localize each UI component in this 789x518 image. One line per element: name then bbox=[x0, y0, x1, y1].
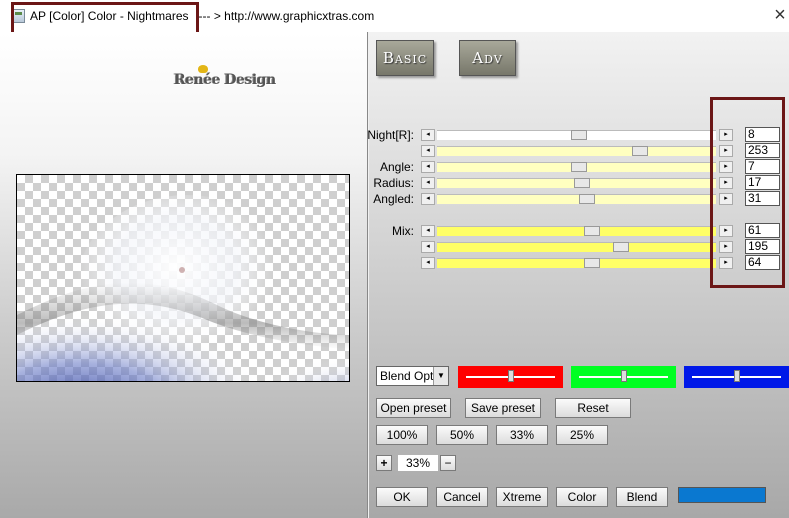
preview-pane: Renée Design bbox=[0, 32, 368, 518]
red-slider-knob[interactable] bbox=[508, 370, 514, 382]
open-preset-button[interactable]: Open preset bbox=[376, 398, 451, 418]
zoom-value: 33% bbox=[398, 455, 438, 471]
blend-button[interactable]: Blend bbox=[616, 487, 668, 507]
color-swatch[interactable] bbox=[678, 487, 766, 503]
xtreme-button[interactable]: Xtreme bbox=[496, 487, 548, 507]
param-label-4: Angled: bbox=[373, 192, 414, 206]
title-bar: AP [Color] Color - Nightmares --- > http:… bbox=[0, 0, 789, 37]
color-button[interactable]: Color bbox=[556, 487, 608, 507]
zoom-33-button[interactable]: 33% bbox=[496, 425, 548, 445]
slider-left-arrow-icon[interactable]: ◂ bbox=[421, 193, 435, 205]
blend-options-select[interactable]: Blend Opti ▼ bbox=[376, 366, 449, 386]
save-preset-button[interactable]: Save preset bbox=[465, 398, 541, 418]
param-slider-thumb-2[interactable] bbox=[571, 162, 587, 172]
slider-left-arrow-icon[interactable]: ◂ bbox=[421, 161, 435, 173]
param-slider-thumb-6[interactable] bbox=[613, 242, 629, 252]
param-slider-track-6[interactable] bbox=[437, 242, 716, 252]
param-slider-track-7[interactable] bbox=[437, 258, 716, 268]
slider-left-arrow-icon[interactable]: ◂ bbox=[421, 241, 435, 253]
slider-left-arrow-icon[interactable]: ◂ bbox=[421, 129, 435, 141]
zoom-25-button[interactable]: 25% bbox=[556, 425, 608, 445]
cancel-button[interactable]: Cancel bbox=[436, 487, 488, 507]
zoom-100-button[interactable]: 100% bbox=[376, 425, 428, 445]
renee-design-logo: Renée Design bbox=[174, 72, 276, 88]
slider-left-arrow-icon[interactable]: ◂ bbox=[421, 257, 435, 269]
close-button[interactable]: × bbox=[770, 5, 789, 26]
zoom-50-button[interactable]: 50% bbox=[436, 425, 488, 445]
blue-slider-knob[interactable] bbox=[734, 370, 740, 382]
zoom-out-button[interactable]: − bbox=[440, 455, 456, 471]
reset-button[interactable]: Reset bbox=[555, 398, 631, 418]
param-slider-thumb-0[interactable] bbox=[571, 130, 587, 140]
green-slider-knob[interactable] bbox=[621, 370, 627, 382]
blend-options-value: Blend Opti bbox=[380, 369, 437, 383]
slider-left-arrow-icon[interactable]: ◂ bbox=[421, 177, 435, 189]
tab-basic[interactable]: Basic bbox=[376, 40, 434, 76]
blue-slider[interactable] bbox=[684, 366, 789, 388]
ok-button[interactable]: OK bbox=[376, 487, 428, 507]
param-slider-thumb-5[interactable] bbox=[584, 226, 600, 236]
param-label-5: Mix: bbox=[392, 224, 414, 238]
slider-left-arrow-icon[interactable]: ◂ bbox=[421, 145, 435, 157]
param-slider-track-1[interactable] bbox=[437, 146, 716, 156]
tab-adv[interactable]: Adv bbox=[459, 40, 516, 76]
chevron-down-icon: ▼ bbox=[433, 367, 448, 385]
window-url-text: --- > http://www.graphicxtras.com bbox=[198, 9, 375, 23]
red-slider[interactable] bbox=[458, 366, 563, 388]
green-slider[interactable] bbox=[571, 366, 676, 388]
param-slider-thumb-4[interactable] bbox=[579, 194, 595, 204]
slider-left-arrow-icon[interactable]: ◂ bbox=[421, 225, 435, 237]
param-slider-track-4[interactable] bbox=[437, 194, 716, 204]
param-label-3: Radius: bbox=[373, 176, 414, 190]
preview-artwork bbox=[17, 195, 349, 381]
param-slider-thumb-1[interactable] bbox=[632, 146, 648, 156]
param-label-2: Angle: bbox=[379, 160, 414, 174]
zoom-in-button[interactable]: + bbox=[376, 455, 392, 471]
param-slider-thumb-7[interactable] bbox=[584, 258, 600, 268]
values-annotation-box bbox=[710, 97, 785, 288]
preview-image[interactable] bbox=[16, 174, 350, 382]
param-slider-thumb-3[interactable] bbox=[574, 178, 590, 188]
param-label-0: Night[R]: bbox=[367, 128, 414, 142]
param-slider-track-5[interactable] bbox=[437, 226, 716, 236]
